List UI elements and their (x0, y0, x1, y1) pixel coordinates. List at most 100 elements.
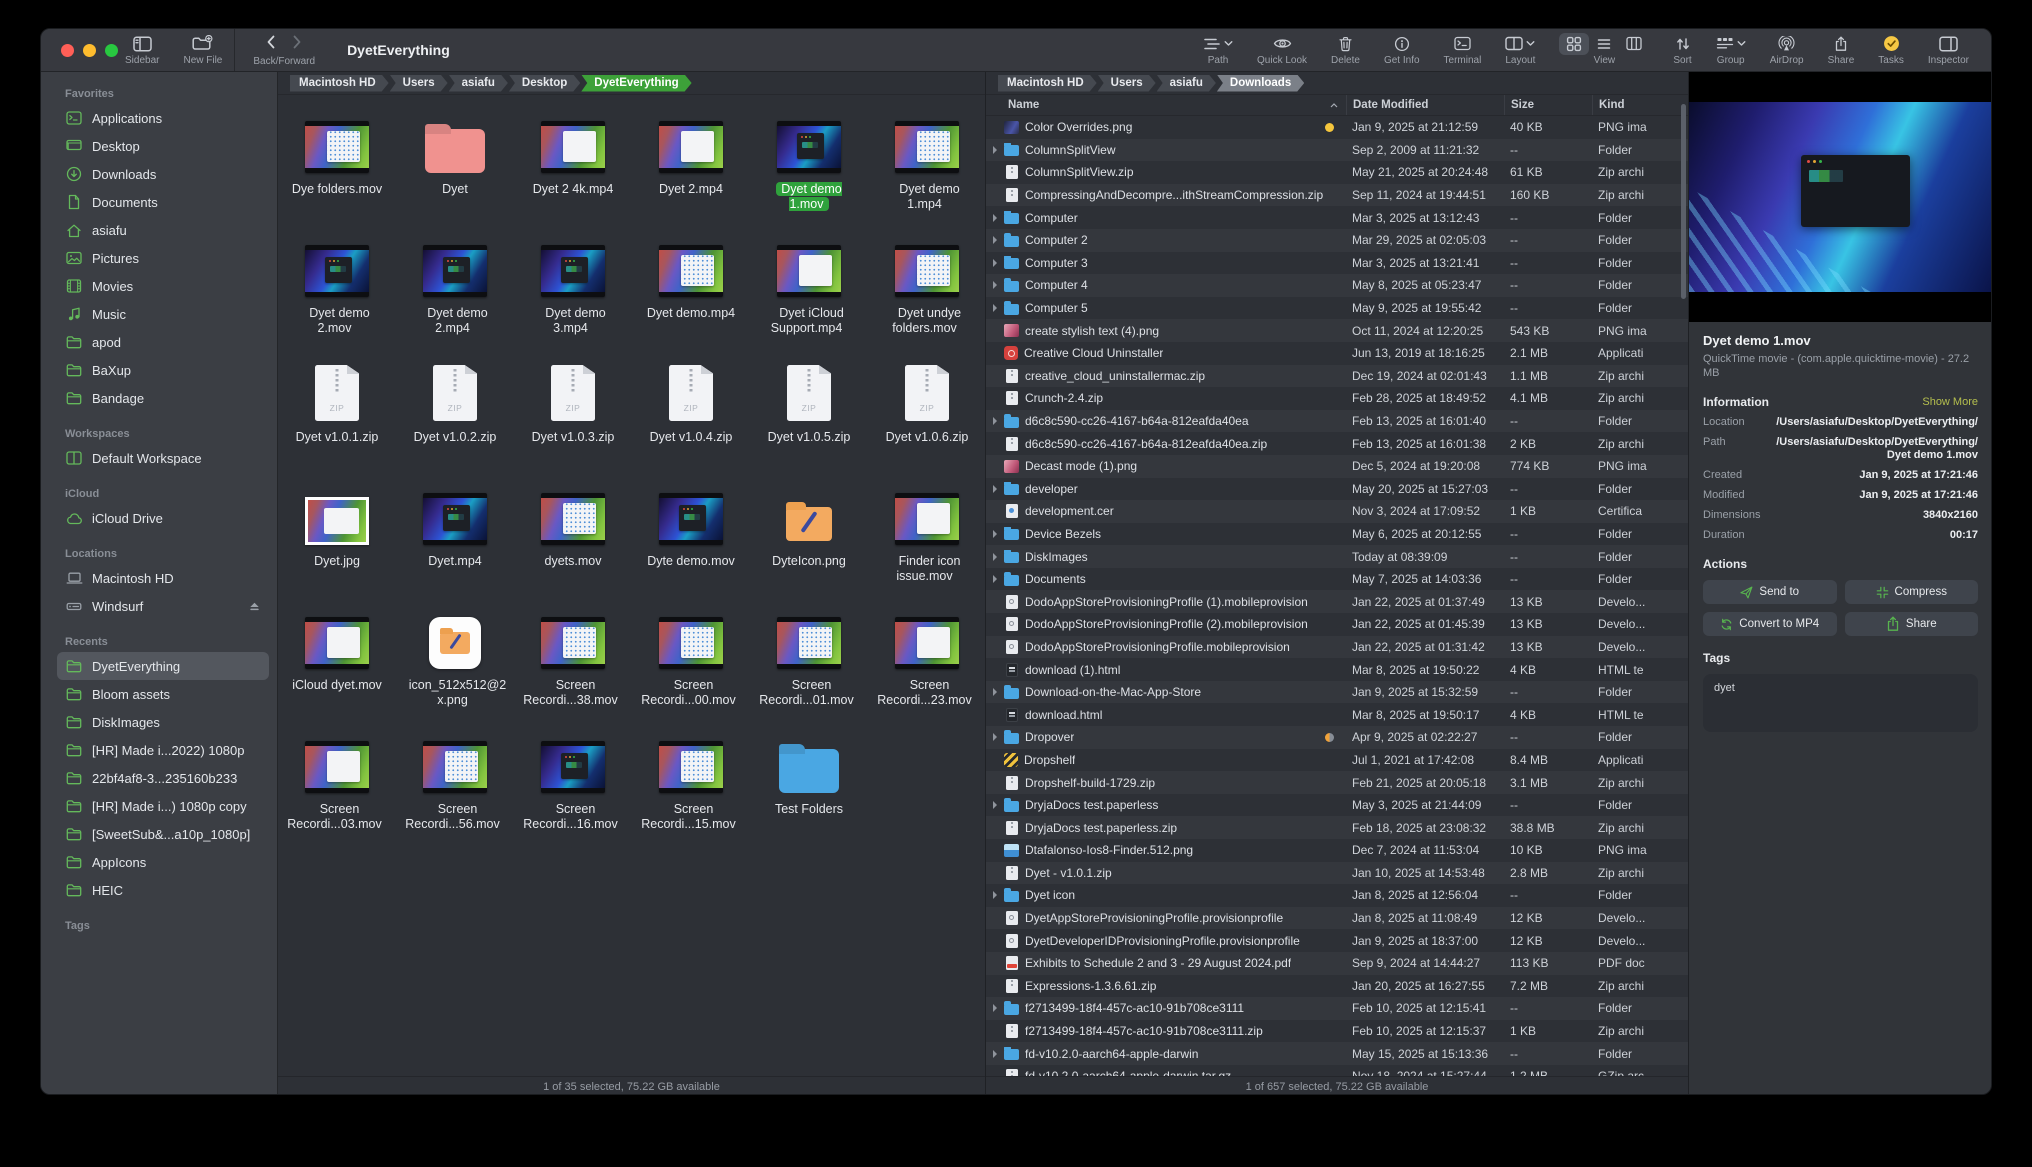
breadcrumb-downloads[interactable]: Downloads (1217, 75, 1304, 92)
toolbar-button-terminal[interactable]: Terminal (1432, 29, 1494, 71)
toolbar-button-layout[interactable]: Layout (1493, 29, 1547, 71)
sidebar-item-applications[interactable]: Applications (57, 104, 269, 132)
sidebar-item-bloom-assets[interactable]: Bloom assets (57, 680, 269, 708)
toolbar-button-share[interactable]: Share (1816, 29, 1867, 71)
table-row[interactable]: f2713499-18f4-457c-ac10-91b708ce3111Feb … (986, 997, 1688, 1020)
table-row[interactable]: download (1).htmlMar 8, 2025 at 19:50:22… (986, 658, 1688, 681)
table-row[interactable]: fd-v10.2.0-aarch64-apple-darwinMay 15, 2… (986, 1042, 1688, 1065)
grid-item[interactable]: Finder icon issue.mov (868, 481, 985, 605)
toolbar-button-view[interactable]: View (1547, 29, 1661, 71)
table-row[interactable]: f2713499-18f4-457c-ac10-91b708ce3111.zip… (986, 1020, 1688, 1043)
toolbar-button-delete[interactable]: Delete (1319, 29, 1372, 71)
sidebar-item-diskimages[interactable]: DiskImages (57, 708, 269, 736)
toolbar-button-inspector[interactable]: Inspector (1916, 29, 1981, 71)
grid-item[interactable]: ZIPDyet v1.0.6.zip (868, 357, 985, 481)
table-row[interactable]: Computer 3Mar 3, 2025 at 13:21:41--Folde… (986, 252, 1688, 275)
table-row[interactable]: DropshelfJul 1, 2021 at 17:42:088.4 MBAp… (986, 749, 1688, 772)
table-row[interactable]: DropoverApr 9, 2025 at 02:22:27--Folder (986, 726, 1688, 749)
close-window-button[interactable] (61, 44, 74, 57)
view-columns-icon[interactable] (1619, 33, 1649, 54)
table-row[interactable]: DyetAppStoreProvisioningProfile.provisio… (986, 907, 1688, 930)
table-row[interactable]: DyetDeveloperIDProvisioningProfile.provi… (986, 929, 1688, 952)
breadcrumb-macintosh-hd[interactable]: Macintosh HD (290, 75, 389, 92)
grid-item[interactable]: Dyet demo 3.mp4 (514, 233, 632, 357)
sidebar-item-appicons[interactable]: AppIcons (57, 848, 269, 876)
sidebar-item-downloads[interactable]: Downloads (57, 160, 269, 188)
sidebar-item-hr-made-i-1080p-copy[interactable]: [HR] Made i...) 1080p copy (57, 792, 269, 820)
sidebar-item-22bf4af8-3-235160b233[interactable]: 22bf4af8-3...235160b233 (57, 764, 269, 792)
send-to-button[interactable]: Send to (1703, 580, 1837, 604)
disclosure-chevron-icon[interactable] (993, 1050, 997, 1058)
toolbar-button-tasks[interactable]: Tasks (1866, 29, 1916, 71)
sidebar-item-icloud-drive[interactable]: iCloud Drive (57, 504, 269, 532)
table-row[interactable]: create stylish text (4).pngOct 11, 2024 … (986, 319, 1688, 342)
sidebar-item-sweetsub-a10p-1080p[interactable]: [SweetSub&...a10p_1080p] (57, 820, 269, 848)
table-row[interactable]: Device BezelsMay 6, 2025 at 20:12:55--Fo… (986, 523, 1688, 546)
sidebar-toggle-button[interactable]: Sidebar (113, 29, 171, 71)
sidebar-item-asiafu[interactable]: asiafu (57, 216, 269, 244)
forward-button[interactable] (291, 34, 303, 55)
breadcrumb-dyeteverything[interactable]: DyetEverything (581, 75, 691, 92)
table-row[interactable]: Crunch-2.4.zipFeb 28, 2025 at 18:49:524.… (986, 387, 1688, 410)
sidebar-item-movies[interactable]: Movies (57, 272, 269, 300)
table-row[interactable]: Creative Cloud UninstallerJun 13, 2019 a… (986, 342, 1688, 365)
view-grid-icon[interactable] (1559, 33, 1589, 55)
table-row[interactable]: DocumentsMay 7, 2025 at 14:03:36--Folder (986, 568, 1688, 591)
breadcrumb-users[interactable]: Users (390, 75, 448, 92)
disclosure-chevron-icon[interactable] (993, 259, 997, 267)
new-file-button[interactable]: New File (171, 29, 234, 71)
table-row[interactable]: Dyet iconJan 8, 2025 at 12:56:04--Folder (986, 884, 1688, 907)
grid-item[interactable]: Dyet.jpg (278, 481, 396, 605)
sidebar-item-heic[interactable]: HEIC (57, 876, 269, 904)
scrollbar-thumb[interactable] (1681, 104, 1686, 299)
table-row[interactable]: Expressions-1.3.6.61.zipJan 20, 2025 at … (986, 975, 1688, 998)
grid-item[interactable]: Screen Recordi...00.mov (632, 605, 750, 729)
grid-item[interactable]: Dyet demo.mp4 (632, 233, 750, 357)
sidebar-item-documents[interactable]: Documents (57, 188, 269, 216)
grid-item[interactable]: Dyet iCloud Support.mp4 (750, 233, 868, 357)
table-row[interactable]: ColumnSplitViewSep 2, 2009 at 11:21:32--… (986, 139, 1688, 162)
grid-item[interactable]: Dyet 2.mp4 (632, 109, 750, 233)
disclosure-chevron-icon[interactable] (993, 281, 997, 289)
share-button[interactable]: Share (1845, 612, 1979, 636)
table-row[interactable]: Exhibits to Schedule 2 and 3 - 29 August… (986, 952, 1688, 975)
toolbar-button-quick-look[interactable]: Quick Look (1245, 29, 1319, 71)
breadcrumb-asiafu[interactable]: asiafu (449, 75, 508, 92)
disclosure-chevron-icon[interactable] (993, 688, 997, 696)
column-header-kind[interactable]: Kind (1592, 95, 1688, 115)
toolbar-button-group[interactable]: Group (1704, 29, 1758, 71)
grid-item[interactable]: ZIPDyet v1.0.2.zip (396, 357, 514, 481)
column-header-date-modified[interactable]: Date Modified (1346, 95, 1504, 115)
eject-icon[interactable] (248, 600, 261, 612)
sidebar-item-desktop[interactable]: Desktop (57, 132, 269, 160)
table-row[interactable]: Dropshelf-build-1729.zipFeb 21, 2025 at … (986, 771, 1688, 794)
disclosure-chevron-icon[interactable] (993, 891, 997, 899)
minimize-window-button[interactable] (83, 44, 96, 57)
column-header-size[interactable]: Size (1504, 95, 1592, 115)
table-row[interactable]: DodoAppStoreProvisioningProfile (1).mobi… (986, 590, 1688, 613)
disclosure-chevron-icon[interactable] (993, 304, 997, 312)
breadcrumb-asiafu[interactable]: asiafu (1157, 75, 1216, 92)
disclosure-chevron-icon[interactable] (993, 553, 997, 561)
grid-item[interactable]: Dyet demo 2.mp4 (396, 233, 514, 357)
sidebar-item-baxup[interactable]: BaXup (57, 356, 269, 384)
table-row[interactable]: Decast mode (1).pngDec 5, 2024 at 19:20:… (986, 455, 1688, 478)
grid-item[interactable]: Screen Recordi...23.mov (868, 605, 985, 729)
table-row[interactable]: Computer 2Mar 29, 2025 at 02:05:03--Fold… (986, 229, 1688, 252)
grid-item[interactable]: Dyet 2 4k.mp4 (514, 109, 632, 233)
table-row[interactable]: DryjaDocs test.paperlessMay 3, 2025 at 2… (986, 794, 1688, 817)
show-more-link[interactable]: Show More (1922, 396, 1978, 408)
table-row[interactable]: CompressingAndDecompre...ithStreamCompre… (986, 184, 1688, 207)
sidebar-item-macintosh-hd[interactable]: Macintosh HD (57, 564, 269, 592)
sidebar-item-dyeteverything[interactable]: DyetEverything (57, 652, 269, 680)
table-row[interactable]: Computer 5May 9, 2025 at 19:55:42--Folde… (986, 297, 1688, 320)
table-row[interactable]: DryjaDocs test.paperless.zipFeb 18, 2025… (986, 816, 1688, 839)
compress-button[interactable]: Compress (1845, 580, 1979, 604)
grid-item[interactable]: Dyet.mp4 (396, 481, 514, 605)
disclosure-chevron-icon[interactable] (993, 530, 997, 538)
disclosure-chevron-icon[interactable] (993, 146, 997, 154)
grid-item[interactable]: ZIPDyet v1.0.3.zip (514, 357, 632, 481)
back-button[interactable] (265, 34, 277, 55)
sidebar-item-apod[interactable]: apod (57, 328, 269, 356)
table-row[interactable]: fd-v10.2.0-aarch64-apple-darwin.tar.gzNo… (986, 1065, 1688, 1076)
